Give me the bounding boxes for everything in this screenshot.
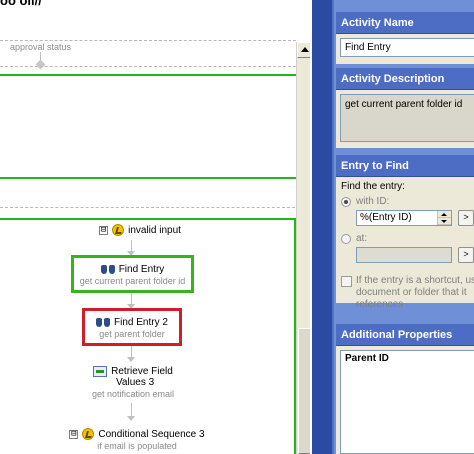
- binoculars-icon: [100, 263, 115, 275]
- additional-properties-section: Additional Properties Parent ID: [336, 324, 474, 454]
- sequence-icon: [112, 224, 125, 236]
- shortcut-label-line1: If the entry is a shortcut, use t: [356, 275, 474, 286]
- entry-path-input[interactable]: [356, 247, 452, 263]
- approval-status-label: approval status: [10, 42, 72, 52]
- node-title-line1: Retrieve Field: [111, 366, 173, 377]
- shortcut-checkbox[interactable]: [341, 276, 352, 287]
- node-subtitle: get parent folder: [99, 329, 165, 339]
- spin-up-icon[interactable]: [438, 211, 451, 218]
- branch-diamond: [35, 59, 46, 70]
- activity-name-input[interactable]: Find Entry: [340, 38, 474, 57]
- binoculars-icon: [96, 316, 111, 328]
- dashed-divider: [0, 66, 296, 67]
- node-title-line2: Values 3: [116, 377, 155, 388]
- find-entry-prompt: Find the entry:: [341, 181, 405, 192]
- entry-id-spinner[interactable]: [437, 211, 451, 225]
- canvas-title-fragment: oo oll//: [0, 0, 42, 8]
- activity-name-section: Activity Name Find Entry: [336, 12, 474, 64]
- parent-id-property-box[interactable]: Parent ID: [340, 350, 474, 454]
- node-title: Find Entry: [118, 263, 165, 275]
- conditional-sequence-activity[interactable]: ⊟ Conditional Sequence 3 if email is pop…: [62, 428, 212, 451]
- retrieve-field-values-activity[interactable]: Retrieve Field Values 3 get notification…: [78, 366, 188, 399]
- scrollbar-thumb[interactable]: [298, 328, 310, 454]
- node-subtitle: get notification email: [91, 389, 175, 399]
- branch-dashed-line: [0, 207, 300, 208]
- find-entry-2-activity[interactable]: Find Entry 2 get parent folder: [82, 308, 182, 346]
- shortcut-label-line2: document or folder that it: [356, 287, 467, 298]
- find-entry-activity[interactable]: Find Entry get current parent folder id: [71, 255, 194, 293]
- node-title: invalid input: [128, 224, 181, 236]
- at-path-radio[interactable]: [341, 234, 351, 244]
- top-dashed-connector: [0, 40, 296, 41]
- entry-id-browse-button[interactable]: >: [458, 210, 474, 226]
- activity-description-textarea[interactable]: get current parent folder id: [340, 94, 474, 142]
- with-id-radio[interactable]: [341, 197, 351, 207]
- properties-panel: Activity Name Find Entry Activity Descri…: [312, 0, 474, 454]
- node-subtitle: if email is populated: [97, 441, 177, 451]
- entry-to-find-section: Entry to Find Find the entry: with ID: %…: [336, 155, 474, 310]
- connector-arrow: [127, 357, 135, 362]
- node-subtitle: get current parent folder id: [79, 276, 186, 286]
- properties-panel-content: Activity Name Find Entry Activity Descri…: [332, 0, 474, 454]
- section-header: Additional Properties: [336, 324, 474, 346]
- node-title: Find Entry 2: [114, 316, 168, 328]
- activity-description-section: Activity Description get current parent …: [336, 68, 474, 148]
- node-title: Conditional Sequence 3: [98, 428, 205, 440]
- branch-frame-1: [0, 74, 298, 179]
- shortcut-label-line3: references: [356, 299, 404, 310]
- collapse-toggle-icon[interactable]: ⊟: [99, 225, 109, 235]
- scroll-up-arrow-icon[interactable]: [297, 42, 310, 58]
- connector-line: [131, 403, 132, 417]
- with-id-label: with ID:: [356, 196, 390, 207]
- section-header: Activity Name: [336, 12, 474, 34]
- collapse-toggle-icon[interactable]: ⊟: [69, 429, 79, 439]
- canvas-vertical-scrollbar[interactable]: [296, 42, 310, 454]
- sequence-icon: [82, 428, 95, 440]
- entry-path-browse-button[interactable]: >: [458, 247, 474, 263]
- section-header: Activity Description: [336, 68, 474, 90]
- connector-arrow: [127, 416, 135, 421]
- field-values-icon: [93, 366, 108, 377]
- at-path-label: at:: [356, 233, 368, 244]
- invalid-input-sequence[interactable]: ⊟ invalid input: [80, 224, 200, 236]
- parent-id-label: Parent ID: [345, 353, 389, 364]
- spin-down-icon[interactable]: [438, 218, 451, 225]
- workflow-canvas[interactable]: oo oll// approval status ⊟ invalid input…: [0, 0, 310, 454]
- section-header: Entry to Find: [336, 155, 474, 177]
